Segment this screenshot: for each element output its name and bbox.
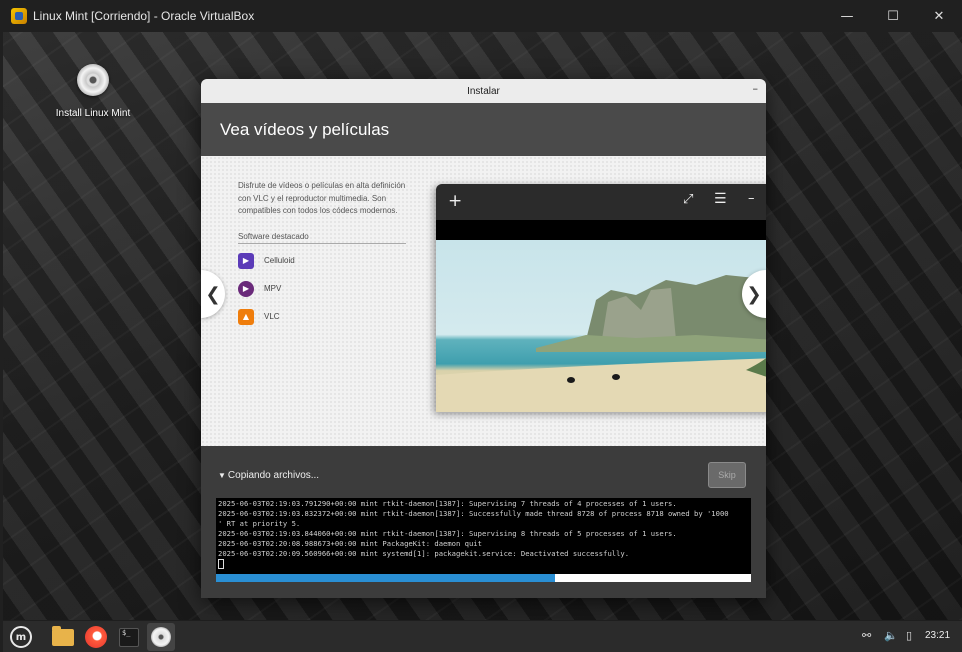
log-line: ' RT at priority 5.	[218, 519, 301, 528]
shortcut-label: Install Linux Mint	[55, 108, 131, 119]
expand-triangle-icon: ▼	[218, 471, 226, 480]
install-log: 2025-06-03T02:19:03.791290+00:00 mint rt…	[216, 498, 751, 576]
clock[interactable]: 23:21	[925, 630, 950, 641]
software-list: ▶ Celluloid ▶ MPV ▲ VLC	[238, 247, 410, 331]
mpv-icon: ▶	[238, 280, 254, 297]
software-item-vlc: ▲ VLC	[238, 303, 410, 331]
network-icon[interactable]: ⚯	[862, 629, 871, 642]
progress-label: Copiando archivos...	[227, 470, 320, 481]
installer-window: Instalar – Vea vídeos y películas Disfru…	[201, 79, 766, 598]
files-icon	[52, 625, 74, 646]
installer-minimize-button[interactable]: –	[753, 82, 759, 95]
terminal-button[interactable]: $_	[117, 625, 141, 649]
log-line: 2025-06-03T02:19:03.844060+00:00 mint rt…	[218, 529, 677, 538]
maximize-button[interactable]: ☐	[870, 0, 916, 32]
window-title: Linux Mint [Corriendo] - Oracle VirtualB…	[33, 9, 255, 23]
beach-scene-image	[436, 240, 766, 412]
mint-menu-icon: m	[10, 626, 32, 648]
installer-title: Instalar	[467, 85, 500, 97]
installer-disc-icon	[151, 627, 171, 647]
progress-bar-fill	[216, 574, 555, 582]
software-heading: Software destacado	[238, 232, 406, 244]
virtualbox-titlebar: Linux Mint [Corriendo] - Oracle VirtualB…	[0, 0, 962, 32]
files-button[interactable]	[51, 625, 75, 649]
slide-header: Vea vídeos y películas	[201, 103, 766, 156]
log-line: 2025-06-03T02:19:03.832372+00:00 mint rt…	[218, 509, 729, 518]
terminal-icon: $_	[119, 627, 139, 647]
text-cursor	[218, 559, 224, 569]
firefox-icon	[85, 626, 107, 648]
player-header: + ⤢ ☰ –	[436, 184, 766, 220]
progress-label-toggle[interactable]: ▼ Copiando archivos...	[218, 470, 319, 481]
log-line: 2025-06-03T02:20:09.560966+00:00 mint sy…	[218, 549, 630, 558]
log-line: 2025-06-03T02:20:08.988673+00:00 mint Pa…	[218, 539, 482, 548]
previous-slide-button[interactable]: ❮	[201, 270, 225, 318]
fullscreen-icon: ⤢	[683, 192, 694, 207]
install-linux-mint-shortcut[interactable]: Install Linux Mint	[53, 64, 133, 120]
slide-body: Disfrute de vídeos o películas en alta d…	[201, 156, 766, 446]
vlc-icon: ▲	[238, 308, 254, 325]
add-icon: +	[448, 191, 463, 211]
progress-area: ▼ Copiando archivos... Skip 2025-06-03T02…	[201, 446, 766, 598]
installer-taskbar-button[interactable]	[147, 623, 175, 651]
video-player-preview: + ⤢ ☰ –	[436, 184, 766, 412]
installer-titlebar: Instalar –	[201, 79, 766, 103]
volume-icon[interactable]: 🔈	[884, 629, 898, 642]
software-item-mpv: ▶ MPV	[238, 275, 410, 303]
slide-description: Disfrute de vídeos o películas en alta d…	[238, 181, 406, 215]
close-button[interactable]: ✕	[916, 0, 962, 32]
software-label: VLC	[264, 312, 280, 321]
celluloid-icon: ▶	[238, 252, 254, 269]
guest-desktop: Install Linux Mint Instalar – Vea vídeos…	[3, 32, 962, 620]
log-cursor-line	[218, 559, 749, 572]
software-label: Celluloid	[264, 256, 295, 265]
disc-icon	[77, 64, 109, 96]
video-letterbox	[436, 220, 766, 240]
progress-bar	[216, 574, 751, 582]
slide-title: Vea vídeos y películas	[220, 119, 390, 139]
taskbar: m $_ ⚯ 🔈 ▯ 23:21	[3, 620, 962, 652]
mint-menu-button[interactable]: m	[9, 625, 33, 649]
software-label: MPV	[264, 284, 282, 293]
log-line: 2025-06-03T02:19:03.791290+00:00 mint rt…	[218, 499, 677, 508]
firefox-button[interactable]	[84, 625, 108, 649]
video-frame	[436, 240, 766, 412]
player-minimize-icon: –	[748, 191, 755, 206]
virtualbox-icon	[11, 8, 27, 24]
skip-button[interactable]: Skip	[708, 462, 746, 488]
battery-icon[interactable]: ▯	[906, 629, 912, 642]
software-item-celluloid: ▶ Celluloid	[238, 247, 410, 275]
minimize-button[interactable]: —	[824, 0, 870, 32]
menu-icon: ☰	[714, 191, 727, 207]
